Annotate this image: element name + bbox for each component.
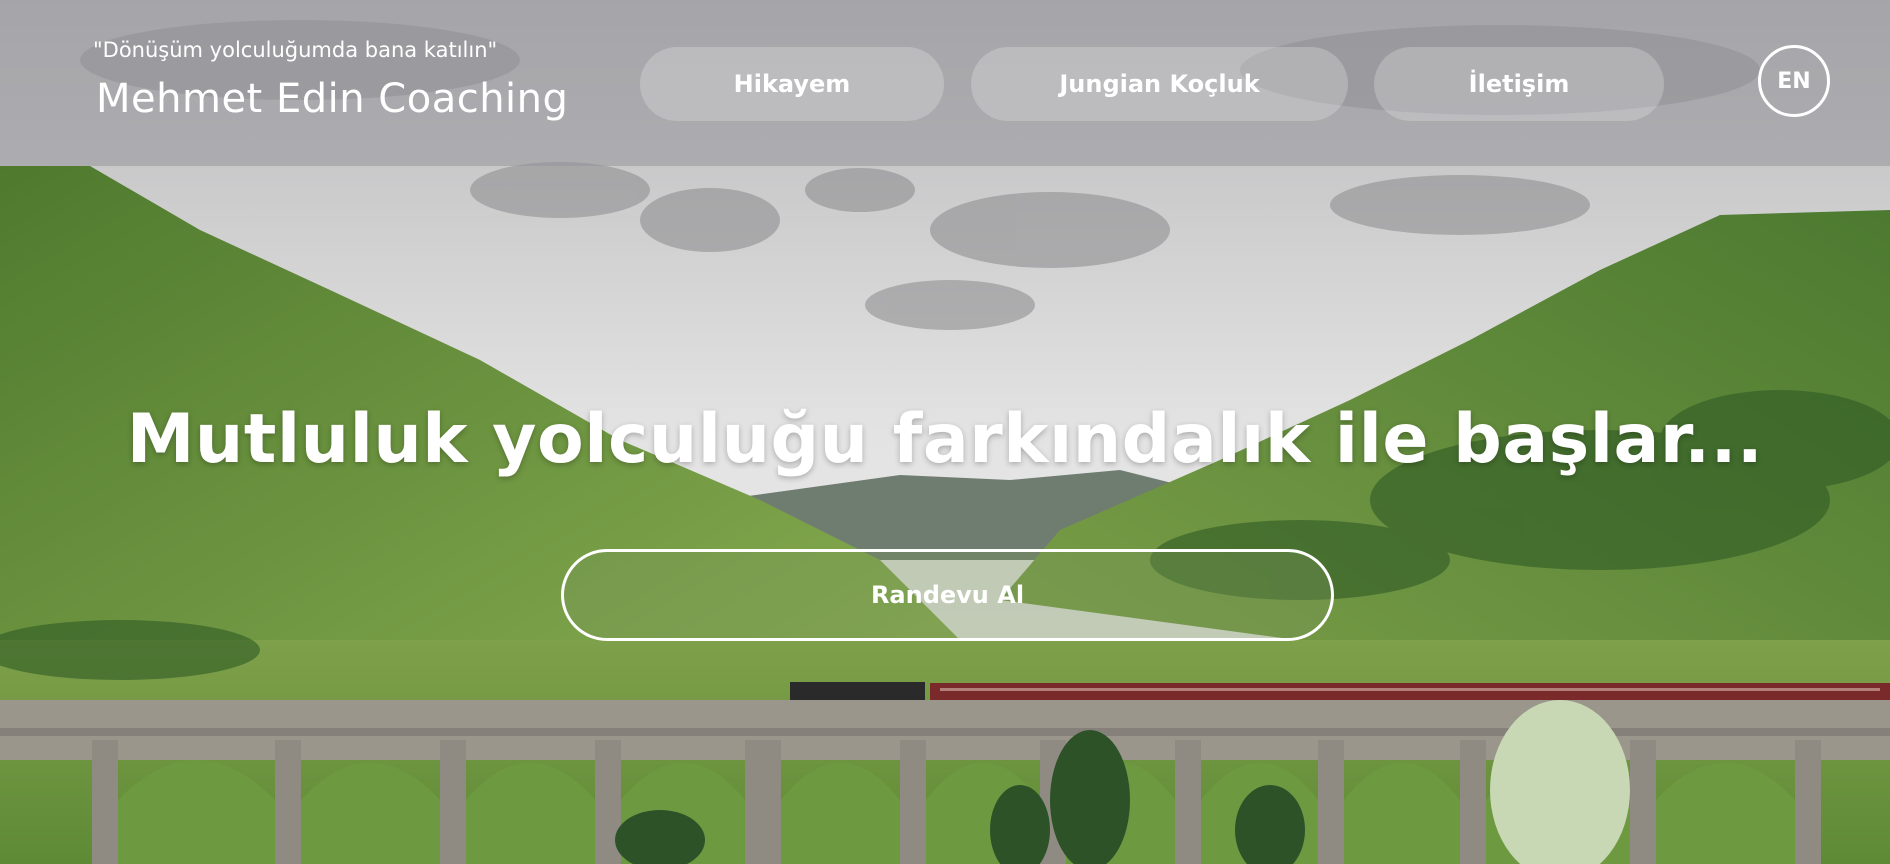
nav-item-iletisim[interactable]: İletişim bbox=[1374, 47, 1664, 121]
site-brand-logo[interactable]: Mehmet Edin Coaching bbox=[96, 76, 568, 122]
header-bar: "Dönüşüm yolculuğumda bana katılın" Mehm… bbox=[0, 0, 1890, 166]
language-switch-button[interactable]: EN bbox=[1758, 45, 1830, 117]
site-tagline: "Dönüşüm yolculuğumda bana katılın" bbox=[93, 38, 498, 62]
hero-headline: Mutluluk yolculuğu farkındalık ile başla… bbox=[126, 400, 1764, 479]
book-appointment-button[interactable]: Randevu Al bbox=[561, 549, 1334, 641]
nav-item-hikayem[interactable]: Hikayem bbox=[640, 47, 944, 121]
nav-item-jungian-kocluk[interactable]: Jungian Koçluk bbox=[971, 47, 1348, 121]
hero-section: "Dönüşüm yolculuğumda bana katılın" Mehm… bbox=[0, 0, 1890, 864]
